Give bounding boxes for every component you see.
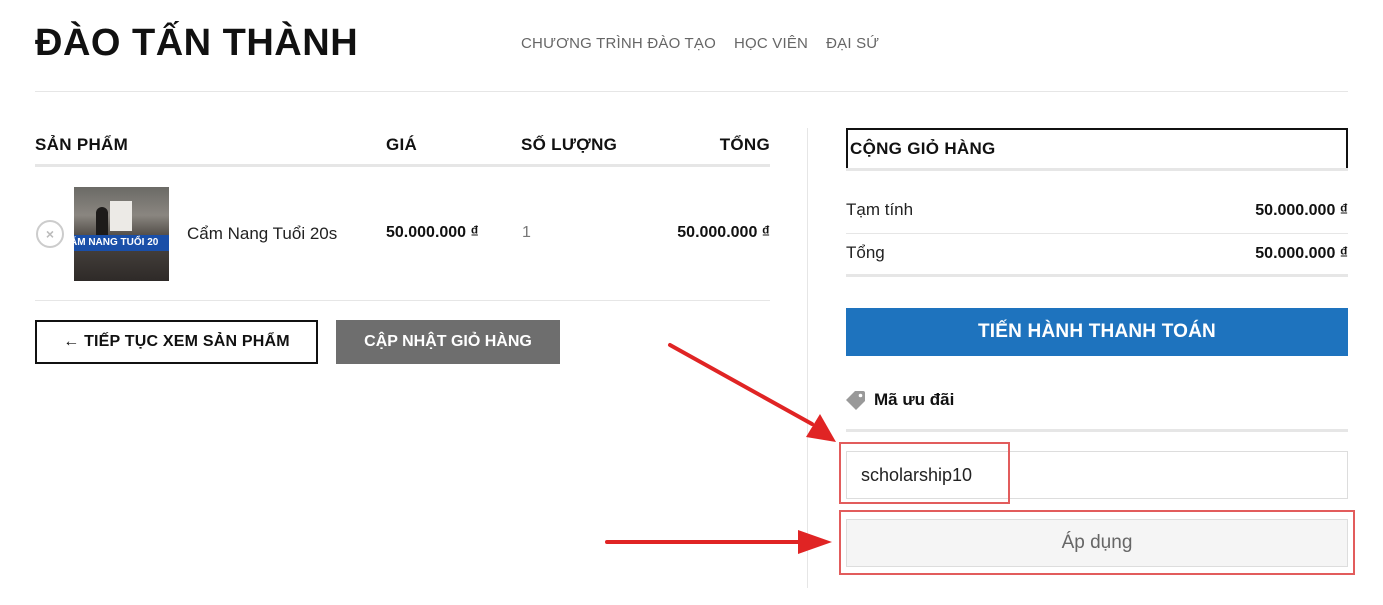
subtotal-label: Tạm tính [846,200,914,219]
continue-shopping-button[interactable]: ← TIẾP TỤC XEM SẢN PHẨM [35,320,318,364]
arrow-to-coupon-input [668,343,836,442]
table-row-divider [35,300,770,301]
column-header-price: GIÁ [386,135,418,154]
coupon-title: Mã ưu đãi [874,390,955,409]
cart-totals-title: CỘNG GIỎ HÀNG [846,128,1348,170]
subtotal-divider [846,233,1348,234]
column-divider [807,128,808,588]
remove-item-icon[interactable]: × [36,220,64,248]
coupon-heading: Mã ưu đãi [846,390,954,410]
product-price: 50.000.000 ₫ [386,224,479,241]
product-quantity[interactable]: 1 [522,224,531,242]
column-header-product: SẢN PHẨM [35,135,129,154]
column-header-total: TỔNG [719,135,770,154]
total-divider [846,274,1348,277]
nav-item-students[interactable]: HỌC VIÊN [734,35,808,52]
nav-item-ambassadors[interactable]: ĐẠI SỨ [826,35,879,52]
column-header-quantity: SỐ LƯỢNG [521,135,618,154]
arrow-to-apply-button [605,530,832,554]
product-thumbnail[interactable]: ẨM NANG TUỔI 20 [74,187,169,281]
main-nav: CHƯƠNG TRÌNH ĐÀO TẠO HỌC VIÊN ĐẠI SỨ [521,35,879,52]
update-cart-button[interactable]: CẬP NHẬT GIỎ HÀNG [336,320,560,364]
totals-title-divider [846,168,1348,171]
total-label: Tổng [846,243,885,262]
tag-icon [846,391,865,410]
header-divider [35,91,1348,92]
subtotal-value: 50.000.000 ₫ [1255,202,1348,219]
nav-item-training-program[interactable]: CHƯƠNG TRÌNH ĐÀO TẠO [521,35,716,52]
table-header-divider [35,164,770,167]
product-line-total: 50.000.000 ₫ [677,224,770,241]
site-logo[interactable]: ĐÀO TẤN THÀNH [35,22,358,65]
coupon-code-input[interactable] [846,451,1348,499]
apply-coupon-button[interactable]: Áp dụng [846,519,1348,567]
total-value: 50.000.000 ₫ [1255,245,1348,262]
thumbnail-banner-text: ẨM NANG TUỔI 20 [74,235,169,251]
thumbnail-whiteboard [110,201,132,231]
product-name-link[interactable]: Cẩm Nang Tuổi 20s [187,224,337,244]
checkout-button[interactable]: TIẾN HÀNH THANH TOÁN [846,308,1348,356]
coupon-divider [846,429,1348,432]
